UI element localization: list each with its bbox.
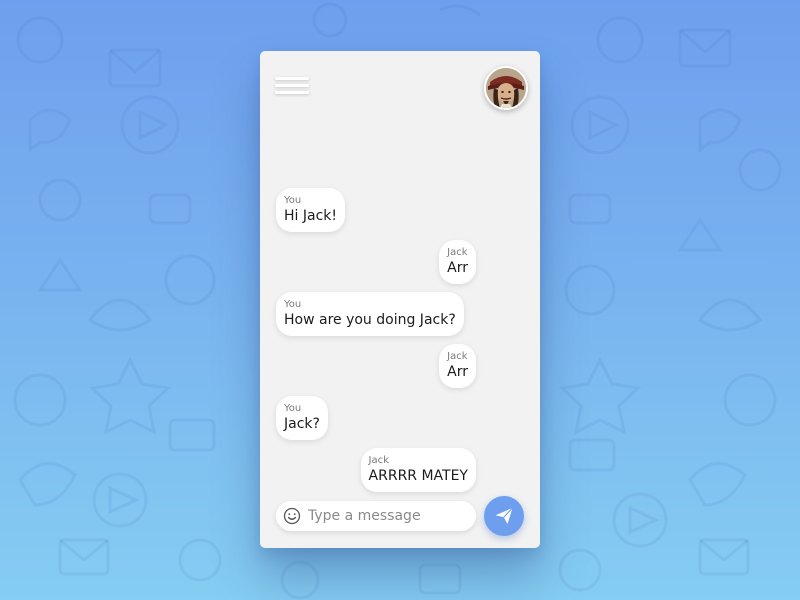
send-button[interactable] (484, 496, 524, 536)
message-text: Jack? (284, 416, 320, 432)
message-bubble-sent: You Jack? (276, 396, 328, 440)
message-bubble-sent: You How are you doing Jack? (276, 292, 464, 336)
message-sender: You (284, 299, 302, 310)
message-text: Arr (447, 260, 468, 276)
paper-plane-icon (495, 507, 513, 524)
smiley-icon[interactable] (283, 507, 301, 525)
page-background: You Hi Jack! Jack Arr You How are you do… (0, 0, 800, 600)
message-list: You Hi Jack! Jack Arr You How are you do… (260, 51, 540, 492)
message-bubble-sent: You Hi Jack! (276, 188, 345, 232)
message-sender: Jack (447, 351, 468, 362)
message-sender: Jack (447, 247, 468, 258)
message-sender: You (284, 403, 302, 414)
message-composer (276, 501, 476, 531)
message-bubble-received: Jack Arr (439, 344, 476, 388)
message-text: Arr (447, 364, 468, 380)
message-bubble-received: Jack Arr (439, 240, 476, 284)
message-text: How are you doing Jack? (284, 312, 456, 328)
message-sender: You (284, 195, 302, 206)
message-input[interactable] (306, 505, 470, 527)
message-sender: Jack (368, 455, 389, 466)
message-bubble-received: Jack ARRRR MATEY (360, 448, 476, 492)
message-text: Hi Jack! (284, 208, 337, 224)
chat-window: You Hi Jack! Jack Arr You How are you do… (260, 51, 540, 548)
message-text: ARRRR MATEY (368, 468, 468, 484)
